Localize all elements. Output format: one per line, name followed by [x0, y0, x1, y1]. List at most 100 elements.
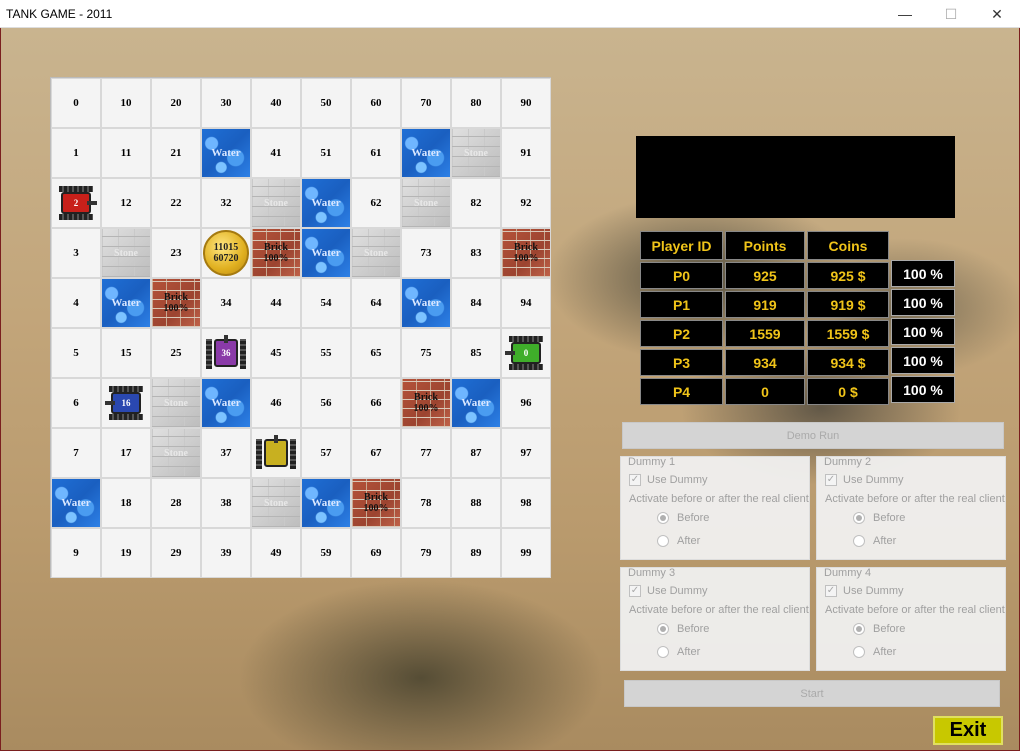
score-row: P0 925 925 $100 % — [640, 260, 958, 289]
grid-cell: 96 — [501, 378, 551, 428]
grid-cell: 51 — [301, 128, 351, 178]
stone-cell: Stone — [251, 178, 301, 228]
demo-run-button[interactable]: Demo Run — [622, 422, 1004, 449]
grid-cell: 66 — [351, 378, 401, 428]
grid-cell: 17 — [101, 428, 151, 478]
after-radio[interactable]: After — [853, 646, 896, 658]
checkmark-icon: ✓ — [825, 585, 837, 597]
cell-label: Stone — [264, 497, 288, 509]
player-id: P1 — [640, 291, 723, 318]
activate-label: Activate before or after the real client — [629, 604, 809, 616]
maximize-button[interactable]: ☐ — [928, 0, 974, 28]
use-dummy-checkbox[interactable]: ✓ Use Dummy — [825, 585, 904, 597]
before-radio[interactable]: Before — [657, 512, 709, 524]
grid-cell: 79 — [401, 528, 451, 578]
radio-empty-icon — [853, 646, 865, 658]
before-radio[interactable]: Before — [853, 623, 905, 635]
after-radio[interactable]: After — [657, 646, 700, 658]
exit-button[interactable]: Exit — [933, 716, 1003, 745]
player-coins: 0 $ — [807, 378, 889, 405]
player-health: 100 % — [891, 260, 955, 287]
cell-label: Water — [111, 296, 141, 309]
stone-cell: Stone — [151, 428, 201, 478]
grid-cell: 10 — [101, 78, 151, 128]
brick-label: Brick — [364, 492, 388, 503]
player-health: 100 % — [891, 376, 955, 403]
cell-label: Water — [461, 396, 491, 409]
use-dummy-checkbox[interactable]: ✓ Use Dummy — [629, 474, 708, 486]
grid-cell: 18 — [101, 478, 151, 528]
player-points: 1559 — [725, 320, 805, 347]
score-row: P3 934 934 $100 % — [640, 347, 958, 376]
close-button[interactable]: ✕ — [974, 0, 1020, 28]
cell-label: Stone — [414, 197, 438, 209]
after-label: After — [873, 646, 897, 658]
grid-cell: 5 — [51, 328, 101, 378]
grid-cell: 89 — [451, 528, 501, 578]
cell-label: Water — [311, 496, 341, 509]
activate-label: Activate before or after the real client — [629, 493, 809, 505]
cell-label: Stone — [264, 197, 288, 209]
grid-cell: 1 — [51, 128, 101, 178]
grid-cell: 80 — [451, 78, 501, 128]
grid-cell: 37 — [201, 428, 251, 478]
after-label: After — [677, 535, 701, 547]
checkmark-icon: ✓ — [825, 474, 837, 486]
cell-label: Water — [61, 496, 91, 509]
grid-cell: 40 — [251, 78, 301, 128]
start-button[interactable]: Start — [624, 680, 1000, 707]
player-coins: 919 $ — [807, 291, 889, 318]
cell-label: Water — [311, 196, 341, 209]
brick-health: 100% — [263, 253, 289, 264]
score-row: P2 1559 1559 $100 % — [640, 318, 958, 347]
before-radio[interactable]: Before — [853, 512, 905, 524]
score-row: P4 0 0 $100 % — [640, 376, 958, 405]
radio-empty-icon — [853, 535, 865, 547]
dummy-group-1: Dummy 1 ✓ Use Dummy Activate before or a… — [620, 456, 810, 560]
grid-cell: 9 — [51, 528, 101, 578]
coin-value: 11015 — [213, 242, 239, 253]
use-dummy-label: Use Dummy — [843, 474, 904, 486]
before-label: Before — [873, 623, 906, 635]
use-dummy-checkbox[interactable]: ✓ Use Dummy — [629, 585, 708, 597]
grid-cell: 99 — [501, 528, 551, 578]
cell-label: Water — [311, 246, 341, 259]
header-coins: Coins — [807, 231, 889, 260]
after-radio[interactable]: After — [657, 535, 700, 547]
grid-cell: 25 — [151, 328, 201, 378]
brick-health: 100% — [513, 253, 539, 264]
cell-label: Water — [411, 146, 441, 159]
radio-selected-icon — [853, 623, 865, 635]
use-dummy-label: Use Dummy — [647, 585, 708, 597]
before-label: Before — [873, 512, 906, 524]
dummy-group-title: Dummy 2 — [824, 456, 872, 468]
brick-cell: Brick 100% — [351, 478, 401, 528]
grid-cell: 94 — [501, 278, 551, 328]
purple-tank-icon: 36 — [205, 335, 247, 371]
use-dummy-label: Use Dummy — [647, 474, 708, 486]
brick-label: Brick — [264, 242, 288, 253]
minimize-button[interactable]: — — [882, 0, 928, 28]
score-row: P1 919 919 $100 % — [640, 289, 958, 318]
use-dummy-checkbox[interactable]: ✓ Use Dummy — [825, 474, 904, 486]
grid-cell: 20 — [151, 78, 201, 128]
grid-cell: 60 — [351, 78, 401, 128]
player-points: 934 — [725, 349, 805, 376]
dummy-group-4: Dummy 4 ✓ Use Dummy Activate before or a… — [816, 567, 1006, 671]
player-coins: 934 $ — [807, 349, 889, 376]
grid-cell: 88 — [451, 478, 501, 528]
stone-cell: Stone — [451, 128, 501, 178]
brick-label: Brick — [514, 242, 538, 253]
grid-cell: 90 — [501, 78, 551, 128]
red-tank-icon: 2 — [55, 185, 97, 221]
coin-lifetime: 60720 — [213, 253, 239, 264]
grid-cell: 75 — [401, 328, 451, 378]
water-cell: Water — [201, 128, 251, 178]
grid-cell: 65 — [351, 328, 401, 378]
grid-cell: 11 — [101, 128, 151, 178]
after-radio[interactable]: After — [853, 535, 896, 547]
brick-health: 100% — [363, 503, 389, 514]
grid-cell: 78 — [401, 478, 451, 528]
player-points: 919 — [725, 291, 805, 318]
before-radio[interactable]: Before — [657, 623, 709, 635]
